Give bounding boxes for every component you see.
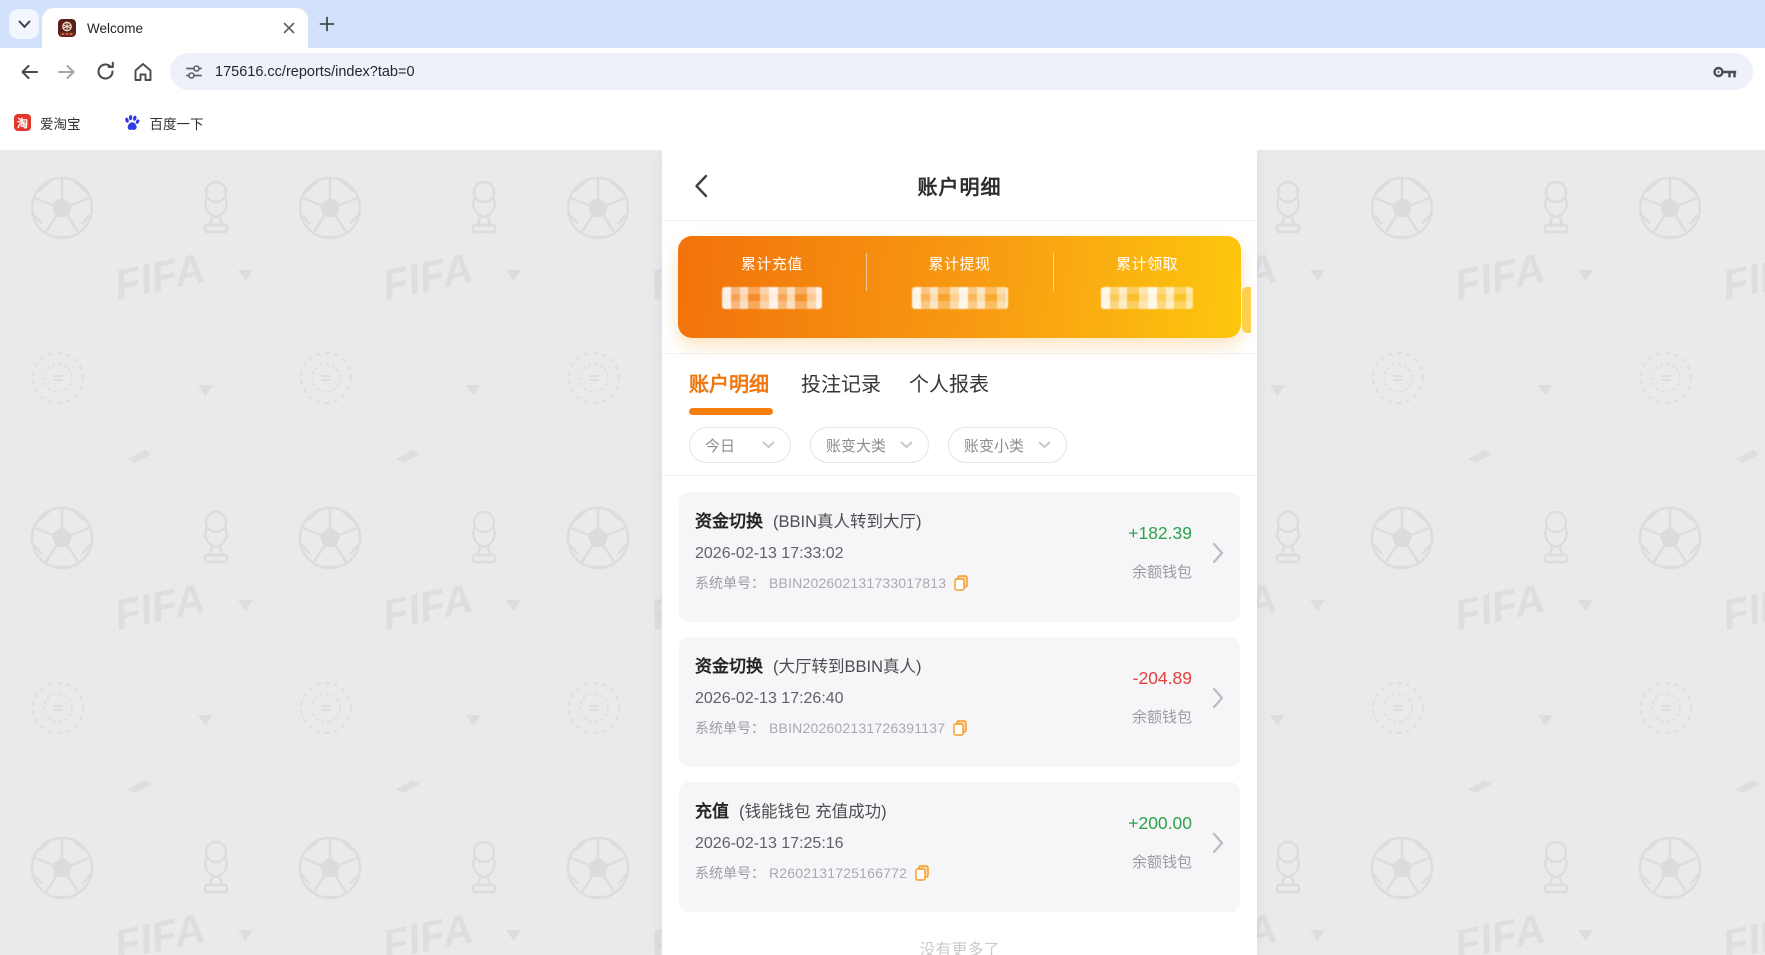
copy-order-button[interactable] xyxy=(953,720,967,736)
stats-section: 累计充值 累计提现 累计领取 xyxy=(662,221,1257,354)
new-tab-button[interactable] xyxy=(316,13,338,35)
cumulative-stats-card[interactable]: 累计充值 累计提现 累计领取 xyxy=(678,236,1241,338)
browser-tabstrip: Welcome xyxy=(0,0,1765,48)
stat-label: 累计充值 xyxy=(741,253,803,274)
back-navigation-button[interactable] xyxy=(688,173,714,199)
masked-value xyxy=(722,287,822,309)
order-label: 系统单号： xyxy=(695,718,765,738)
site-favicon xyxy=(58,19,76,37)
copy-icon xyxy=(915,865,929,881)
transaction-row[interactable]: 充值 (钱能钱包 充值成功) 2026-02-13 17:25:16 系统单号：… xyxy=(679,782,1240,912)
order-number: R2602131725166772 xyxy=(769,865,907,881)
wallet-label: 余额钱包 xyxy=(1128,851,1192,872)
tab-label: 个人报表 xyxy=(909,374,989,396)
wallet-label: 余额钱包 xyxy=(1128,561,1192,582)
password-key-icon[interactable] xyxy=(1712,62,1738,82)
tab-close-button[interactable] xyxy=(280,19,298,37)
transaction-note: (BBIN真人转到大厅) xyxy=(773,508,922,532)
tab-label: 投注记录 xyxy=(801,374,881,396)
filter-label: 账变大类 xyxy=(826,435,886,456)
chevron-right-icon xyxy=(1212,832,1224,854)
chevron-right-icon xyxy=(1212,542,1224,564)
transaction-note: (钱能钱包 充值成功) xyxy=(739,798,887,822)
bookmark-label: 爱淘宝 xyxy=(40,113,81,133)
transaction-note: (大厅转到BBIN真人) xyxy=(773,653,922,677)
chevron-right-icon xyxy=(1212,687,1224,709)
masked-value xyxy=(1101,287,1193,309)
bookmark-taobao[interactable]: 淘 爱淘宝 xyxy=(14,113,81,133)
chevron-down-icon xyxy=(1038,441,1051,449)
transaction-amount: +182.39 xyxy=(1128,523,1192,544)
transaction-type: 充值 xyxy=(695,797,729,822)
stat-total-claimed: 累计领取 xyxy=(1053,236,1241,338)
page-title: 账户明细 xyxy=(918,171,1002,200)
close-icon xyxy=(283,22,295,34)
filter-category-dropdown[interactable]: 账变大类 xyxy=(810,427,929,463)
transaction-row[interactable]: 资金切换 (大厅转到BBIN真人) 2026-02-13 17:26:40 系统… xyxy=(679,637,1240,767)
chevron-left-icon xyxy=(694,174,708,198)
chevron-down-icon xyxy=(762,441,775,449)
home-button[interactable] xyxy=(124,53,162,91)
order-number: BBIN202602131726391137 xyxy=(769,720,945,736)
tab-account-detail[interactable]: 账户明细 xyxy=(689,368,773,415)
copy-order-button[interactable] xyxy=(915,865,929,881)
arrow-right-icon xyxy=(56,61,78,83)
copy-icon xyxy=(953,720,967,736)
url-text[interactable]: 175616.cc/reports/index?tab=0 xyxy=(215,64,1712,80)
transaction-type: 资金切换 xyxy=(695,507,763,532)
transaction-row[interactable]: 资金切换 (BBIN真人转到大厅) 2026-02-13 17:33:02 系统… xyxy=(679,492,1240,622)
forward-button[interactable] xyxy=(48,53,86,91)
filter-label: 今日 xyxy=(705,435,735,456)
tab-personal-report[interactable]: 个人报表 xyxy=(909,368,989,397)
tab-title: Welcome xyxy=(87,21,280,36)
account-detail-panel: 账户明细 累计充值 累计提现 累计领取 xyxy=(662,150,1257,955)
page-background: FIFA 账户明细 累计充值 xyxy=(0,150,1765,955)
wallet-label: 余额钱包 xyxy=(1132,706,1192,727)
transaction-type: 资金切换 xyxy=(695,652,763,677)
chevron-down-icon xyxy=(18,20,31,29)
list-end-text: 没有更多了 xyxy=(679,936,1240,955)
transaction-list: 资金切换 (BBIN真人转到大厅) 2026-02-13 17:33:02 系统… xyxy=(662,476,1257,955)
tab-label: 账户明细 xyxy=(689,374,769,396)
reload-icon xyxy=(95,61,116,82)
taobao-icon: 淘 xyxy=(14,114,31,131)
tab-bet-records[interactable]: 投注记录 xyxy=(801,368,881,397)
transaction-amount: +200.00 xyxy=(1128,813,1192,834)
copy-icon xyxy=(954,575,968,591)
browser-toolbar: 175616.cc/reports/index?tab=0 xyxy=(0,48,1765,95)
transaction-amount: -204.89 xyxy=(1132,668,1192,689)
tab-search-button[interactable] xyxy=(9,9,39,39)
masked-value xyxy=(912,287,1008,309)
plus-icon xyxy=(319,16,335,32)
bookmark-label: 百度一下 xyxy=(150,113,204,133)
order-label: 系统单号： xyxy=(695,573,765,593)
filter-row: 今日 账变大类 账变小类 xyxy=(689,427,1230,463)
order-label: 系统单号： xyxy=(695,863,765,883)
baidu-paw-icon xyxy=(123,114,141,132)
reload-button[interactable] xyxy=(86,53,124,91)
panel-header: 账户明细 xyxy=(662,150,1257,221)
chevron-down-icon xyxy=(900,441,913,449)
stat-total-deposit: 累计充值 xyxy=(678,236,866,338)
filter-label: 账变小类 xyxy=(964,435,1024,456)
bookmarks-bar: 淘 爱淘宝 百度一下 xyxy=(0,95,1765,150)
filter-subcategory-dropdown[interactable]: 账变小类 xyxy=(948,427,1067,463)
home-icon xyxy=(132,61,154,83)
order-number: BBIN202602131733017813 xyxy=(769,575,946,591)
stat-label: 累计提现 xyxy=(929,253,991,274)
tabs-and-filters-section: 账户明细 投注记录 个人报表 今日 xyxy=(662,354,1257,476)
browser-tab[interactable]: Welcome xyxy=(42,8,308,48)
arrow-left-icon xyxy=(18,61,40,83)
back-button[interactable] xyxy=(10,53,48,91)
address-bar[interactable]: 175616.cc/reports/index?tab=0 xyxy=(170,53,1753,90)
site-controls-icon xyxy=(185,63,203,81)
stats-scroll-peek xyxy=(1242,287,1251,333)
copy-order-button[interactable] xyxy=(954,575,968,591)
bookmark-baidu[interactable]: 百度一下 xyxy=(123,113,204,133)
active-tab-underline xyxy=(689,408,773,415)
stat-label: 累计领取 xyxy=(1116,253,1178,274)
filter-date-dropdown[interactable]: 今日 xyxy=(689,427,791,463)
segment-tabs: 账户明细 投注记录 个人报表 xyxy=(689,368,1230,415)
stat-total-withdrawal: 累计提现 xyxy=(866,236,1054,338)
